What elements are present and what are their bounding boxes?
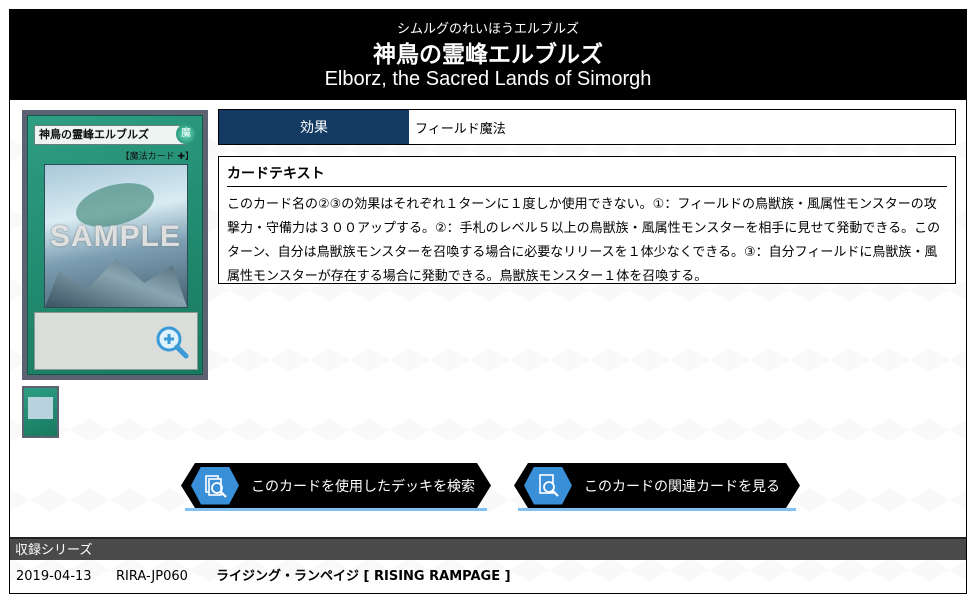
series-title[interactable]: ライジング・ランペイジ [ RISING RAMPAGE ]	[216, 563, 511, 590]
effect-value: フィールド魔法	[415, 121, 506, 137]
sample-watermark: SAMPLE	[50, 220, 182, 253]
series-heading: 収録シリーズ	[10, 537, 966, 560]
zoom-in-icon[interactable]	[154, 324, 190, 360]
card-detail-frame: シムルグのれいほうエルブルズ 神鳥の霊峰エルブルズ Elborz, the Sa…	[9, 9, 967, 594]
card-text-box: カードテキスト このカード名の②③の効果はそれぞれ１ターンに１度しか使用できない…	[218, 156, 956, 284]
deck-search-label: このカードを使用したデッキを検索	[251, 478, 475, 495]
related-cards-button[interactable]: このカードの関連カードを見る	[514, 463, 800, 511]
card-thumbnail[interactable]	[22, 386, 59, 438]
series-code: RIRA-JP060	[116, 569, 188, 584]
card-image[interactable]: 神鳥の霊峰エルブルズ 魔 【魔法カード ✚】 SAMPLE	[22, 110, 208, 380]
effect-row: 効果 フィールド魔法	[218, 109, 956, 145]
card-name-en: Elborz, the Sacred Lands of Simorgh	[324, 68, 652, 90]
card-artwork: SAMPLE	[44, 164, 188, 308]
card-header: シムルグのれいほうエルブルズ 神鳥の霊峰エルブルズ Elborz, the Sa…	[10, 10, 966, 100]
related-cards-label: このカードの関連カードを見る	[584, 478, 780, 495]
button-accent	[518, 508, 796, 511]
series-row[interactable]: 2019-04-13 RIRA-JP060 ライジング・ランペイジ [ RISI…	[10, 563, 966, 590]
card-face: 神鳥の霊峰エルブルズ 魔 【魔法カード ✚】 SAMPLE	[27, 115, 203, 375]
deck-search-button[interactable]: このカードを使用したデッキを検索	[181, 463, 491, 511]
attribute-icon: 魔	[176, 124, 196, 144]
card-name-jp: 神鳥の霊峰エルブルズ	[373, 42, 603, 68]
effect-label: 効果	[219, 110, 409, 144]
card-image-title: 神鳥の霊峰エルブルズ	[34, 125, 186, 145]
deck-search-icon	[191, 467, 239, 505]
card-text-heading: カードテキスト	[227, 163, 947, 187]
card-thumbnail-image	[24, 388, 57, 436]
card-type-line: 【魔法カード ✚】	[120, 152, 194, 162]
card-text-body: このカード名の②③の効果はそれぞれ１ターンに１度しか使用できない。①：フィールド…	[227, 197, 941, 284]
button-accent	[185, 508, 487, 511]
related-cards-icon	[524, 467, 572, 505]
series-date: 2019-04-13	[16, 569, 92, 584]
